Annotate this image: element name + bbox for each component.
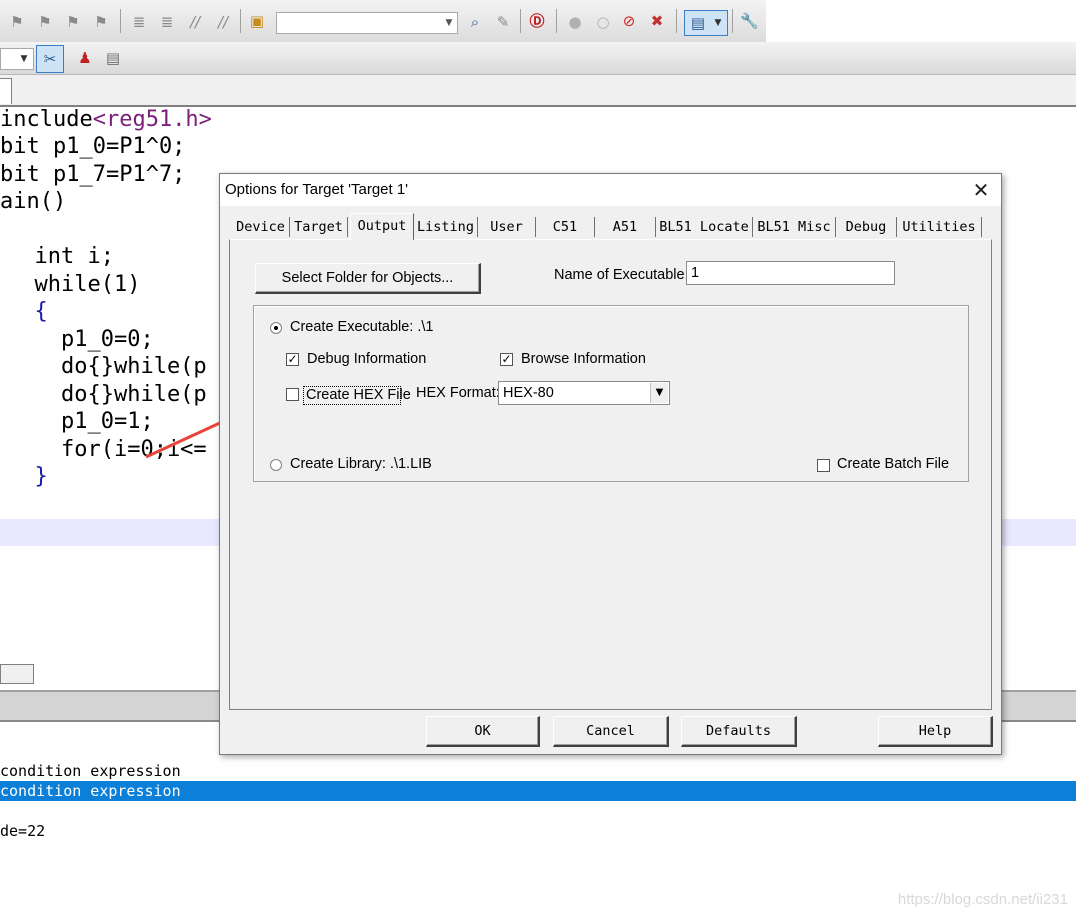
help-button[interactable]: Help [878, 716, 993, 747]
create-library-label[interactable]: Create Library: .\1.LIB [290, 456, 432, 472]
cancel-button[interactable]: Cancel [553, 716, 669, 747]
create-library-radio[interactable] [270, 459, 282, 471]
dialog-title: Options for Target 'Target 1' [225, 181, 409, 198]
name-of-executable-input[interactable]: 1 [686, 261, 895, 285]
tab-utilities[interactable]: Utilities [897, 217, 982, 237]
code-line[interactable]: { [8, 298, 47, 325]
options-for-target-dialog: Options for Target 'Target 1' ✕ Device T… [219, 173, 1002, 755]
find-icon[interactable]: ⌕ [466, 13, 484, 31]
close-icon[interactable]: ✕ [967, 177, 995, 203]
target-options-button[interactable]: ✂ [36, 45, 64, 73]
find-combo[interactable]: ▼ [276, 12, 458, 34]
bookmark-prev-icon[interactable]: ⚑ [8, 13, 26, 31]
window-layout-button[interactable]: ▤ ▼ [684, 10, 728, 36]
unindent-icon[interactable]: ≣ [158, 13, 176, 31]
build-target-icon: ✂ [43, 50, 57, 68]
code-line[interactable]: include<reg51.h> [0, 106, 212, 133]
toolbar-separator [240, 9, 241, 33]
code-line[interactable]: bit p1_7=P1^7; [0, 161, 185, 188]
indent-icon[interactable]: ≣ [130, 13, 148, 31]
breakpoint-clear-icon[interactable]: ✖ [648, 12, 666, 30]
toolbar-separator [520, 9, 521, 33]
code-line[interactable]: ain() [0, 188, 66, 215]
horizontal-scrollbar[interactable] [0, 664, 34, 684]
build-output-line[interactable]: de=22 [0, 821, 45, 841]
code-text: <reg51.h> [92, 107, 212, 132]
dialog-title-bar[interactable]: Options for Target 'Target 1' ✕ [220, 174, 1001, 206]
tab-bl51-locate[interactable]: BL51 Locate [656, 217, 753, 237]
code-line[interactable]: int i; [8, 243, 113, 270]
chevron-down-icon[interactable]: ▼ [441, 13, 457, 33]
breakpoint-icon[interactable]: ● [566, 13, 584, 31]
code-line[interactable]: while(1) [8, 271, 140, 298]
tab-device[interactable]: Device [232, 217, 290, 237]
defaults-button[interactable]: Defaults [681, 716, 797, 747]
create-hex-file-checkbox[interactable] [286, 388, 299, 401]
target-select[interactable]: ▼ [0, 48, 34, 70]
bookmark-all-icon[interactable]: ⚑ [92, 13, 110, 31]
create-batch-file-label[interactable]: Create Batch File [837, 456, 949, 472]
settings-wrench-icon[interactable]: 🔧 [740, 12, 759, 30]
hex-format-select[interactable]: HEX-80 ▼ [498, 381, 670, 405]
tab-debug[interactable]: Debug [836, 217, 897, 237]
ok-button[interactable]: OK [426, 716, 540, 747]
tab-bl51-misc[interactable]: BL51 Misc [753, 217, 836, 237]
browse-information-label[interactable]: Browse Information [521, 351, 646, 367]
name-of-executable-label: Name of Executable: [554, 267, 689, 283]
tab-target[interactable]: Target [290, 217, 348, 237]
select-folder-button[interactable]: Select Folder for Objects... [255, 263, 481, 294]
code-line[interactable]: p1_0=0; [8, 326, 154, 353]
build-output-line[interactable]: condition expression [0, 761, 181, 781]
configure-icon[interactable]: ✎ [494, 13, 512, 31]
tab-a51[interactable]: A51 [595, 217, 656, 237]
code-line[interactable]: } [8, 463, 47, 490]
tab-c51[interactable]: C51 [536, 217, 595, 237]
code-text: include [0, 107, 93, 132]
chevron-down-icon: ▼ [714, 18, 722, 28]
code-line[interactable]: p1_0=1; [8, 408, 154, 435]
debug-start-icon[interactable]: Ⓓ [528, 12, 546, 30]
file-tab[interactable] [0, 78, 12, 104]
bookmark-next-icon[interactable]: ⚑ [36, 13, 54, 31]
find-in-files-icon[interactable]: ▣ [248, 12, 266, 30]
chevron-down-icon: ▼ [20, 54, 28, 64]
toolbar-separator [556, 9, 557, 33]
select-packs-icon[interactable]: ▤ [104, 49, 122, 67]
browse-information-checkbox[interactable]: ✓ [500, 353, 513, 366]
file-tab-strip [0, 75, 1076, 107]
manage-components-icon[interactable]: ♟ [76, 49, 94, 67]
toolbar-main: ⚑ ⚑ ⚑ ⚑ ≣ ≣ // // ▣ ▼ ⌕ ✎ Ⓓ ● ○ ⊘ ✖ ▤ ▼ … [0, 0, 766, 43]
hex-format-label: HEX Format: [416, 385, 500, 401]
code-line[interactable]: bit p1_0=P1^0; [0, 133, 185, 160]
tab-output[interactable]: Output [350, 213, 414, 240]
bookmark-clear-icon[interactable]: ⚑ [64, 13, 82, 31]
toolbar-background [766, 0, 1076, 42]
debug-information-checkbox[interactable]: ✓ [286, 353, 299, 366]
tab-listing[interactable]: Listing [414, 217, 478, 237]
toolbar-separator [120, 9, 121, 33]
uncomment-icon[interactable]: // [214, 13, 232, 31]
hex-format-value: HEX-80 [503, 385, 554, 401]
create-executable-radio[interactable] [270, 322, 282, 334]
comment-icon[interactable]: // [186, 13, 204, 31]
window-layout-icon: ▤ [690, 14, 706, 32]
watermark: https://blog.csdn.net/ii231 [897, 891, 1068, 908]
breakpoint-disable-icon[interactable]: ○ [594, 13, 612, 31]
toolbar-separator [732, 9, 733, 33]
breakpoint-kill-icon[interactable]: ⊘ [620, 12, 638, 30]
code-line[interactable]: do{}while(p [8, 353, 207, 380]
toolbar-separator [676, 9, 677, 33]
create-executable-label[interactable]: Create Executable: .\1 [290, 319, 433, 335]
create-hex-file-label[interactable]: Create HEX File [306, 387, 411, 403]
chevron-down-icon[interactable]: ▼ [650, 383, 668, 403]
toolbar-secondary: ▼ ✂ ♟ ▤ [0, 42, 1076, 75]
tab-user[interactable]: User [478, 217, 536, 237]
build-output-line-selected[interactable]: condition expression [0, 781, 1076, 801]
debug-information-label[interactable]: Debug Information [307, 351, 426, 367]
create-batch-file-checkbox[interactable] [817, 459, 830, 472]
